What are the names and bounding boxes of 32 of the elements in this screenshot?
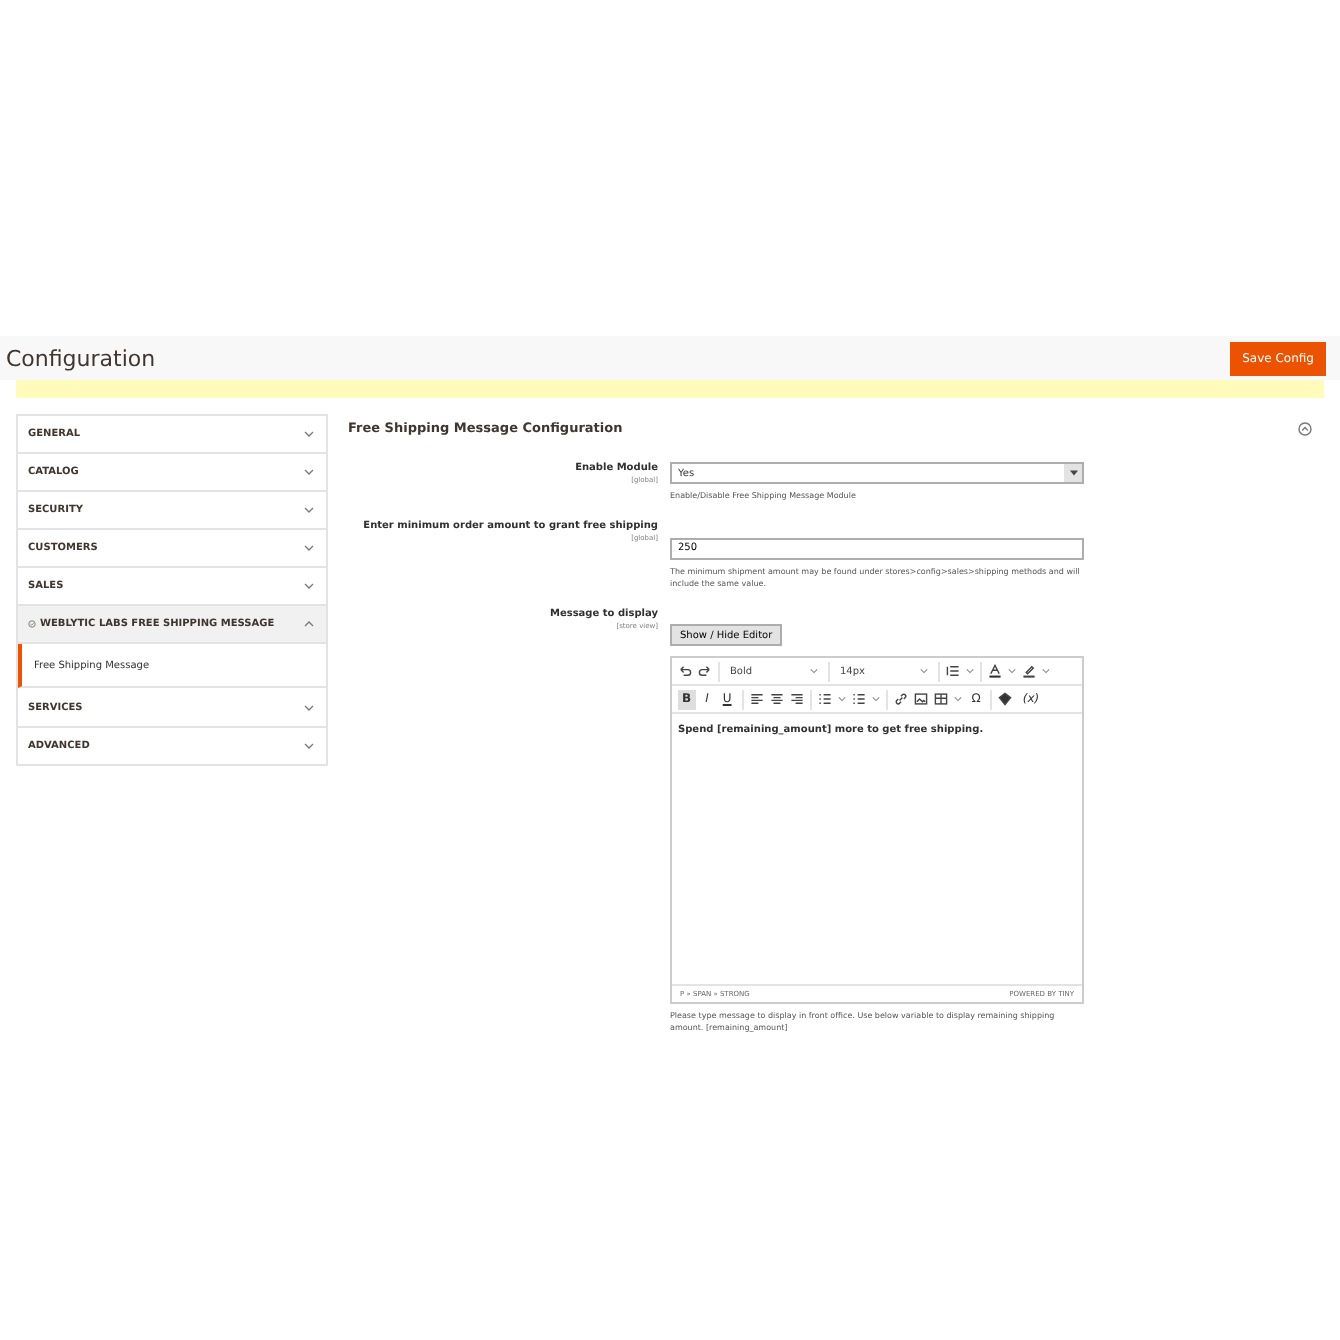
- redo-icon[interactable]: [698, 664, 712, 678]
- caret-icon: [953, 696, 962, 702]
- table-icon[interactable]: [933, 692, 948, 706]
- bullet-list-icon[interactable]: [851, 692, 866, 706]
- check-circle-icon: [28, 620, 36, 628]
- chevron-icon: [304, 430, 314, 438]
- link-icon[interactable]: [893, 692, 908, 706]
- caret-icon: [1008, 668, 1016, 674]
- highlighter-icon[interactable]: [1022, 664, 1036, 678]
- caret-icon: [810, 668, 818, 674]
- collapse-icon[interactable]: [1298, 421, 1312, 435]
- align-center-icon[interactable]: [769, 692, 784, 706]
- chevron-icon: [304, 544, 314, 552]
- chevron-icon: [304, 742, 314, 750]
- undo-icon[interactable]: [678, 664, 692, 678]
- chevron-icon: [304, 704, 314, 712]
- text-color-icon[interactable]: [988, 664, 1002, 678]
- dropdown-arrow-icon: [1069, 470, 1077, 476]
- chevron-icon: [304, 468, 314, 476]
- caret-icon: [920, 668, 928, 674]
- align-left-icon[interactable]: [749, 692, 764, 706]
- caret-icon: [871, 696, 880, 702]
- caret-icon: [966, 668, 974, 674]
- chevron-icon: [304, 582, 314, 590]
- image-icon[interactable]: [913, 692, 928, 706]
- line-height-icon[interactable]: [946, 664, 960, 678]
- chevron-icon: [304, 506, 314, 514]
- page-title: Configuration: [6, 345, 156, 371]
- caret-icon: [1042, 668, 1050, 674]
- chevron-icon: [304, 620, 314, 628]
- align-right-icon[interactable]: [789, 692, 804, 706]
- caret-icon: [837, 696, 846, 702]
